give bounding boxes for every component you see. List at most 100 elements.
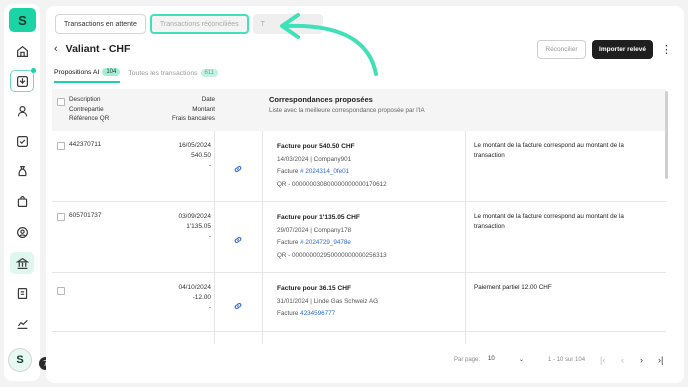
shopping-bag-icon[interactable]: [10, 190, 34, 212]
sub-tabs: Propositions AI 104 Toutes les transacti…: [54, 68, 219, 83]
row-amount: 540.50: [191, 152, 211, 159]
users-icon[interactable]: [10, 100, 34, 122]
inbox-icon[interactable]: [10, 70, 34, 92]
avatar[interactable]: S: [8, 348, 32, 372]
match-meta: 31/01/2024 | Linde Gas Schweiz AG: [277, 297, 379, 305]
column-divider: [465, 202, 466, 273]
column-divider: [262, 202, 263, 273]
row-amounts: 04/10/2024 -12.00 -: [178, 283, 211, 313]
reconcile-button[interactable]: Réconcilier: [537, 40, 586, 59]
tab-all-transactions-count: 611: [200, 69, 219, 77]
home-icon[interactable]: [10, 40, 34, 62]
table-row[interactable]: 605701737 03/09/2024 1'135.05 - Facture …: [52, 202, 666, 273]
document-icon[interactable]: [10, 282, 34, 304]
column-divider: [465, 332, 466, 344]
notification-dot: [31, 68, 36, 73]
import-statement-button[interactable]: Importer relevé: [592, 40, 653, 59]
match-qr: QR - 000000002950000000000256313: [277, 251, 387, 259]
table-row[interactable]: 04/10/2024 -12.00 - Facture pour 36.15 C…: [52, 273, 666, 332]
column-divider: [262, 332, 263, 344]
match-invoice: Facture # 2024729_9478e: [277, 237, 387, 250]
tab-ai-proposals-count: 104: [102, 68, 121, 76]
header-right-labels: Date Montant Frais bancaires: [172, 95, 215, 124]
pagination: Par page: 10 ⌄ 1 - 10 sur 104: [454, 356, 585, 363]
annotation-arrow: [280, 13, 378, 76]
match-reason: Le montant de la facture correspond au m…: [474, 213, 624, 230]
match-title: Facture pour 540.50 CHF: [277, 143, 355, 150]
row-date: 03/09/2024: [178, 213, 211, 220]
invoice-link[interactable]: # 2024729_9478e: [300, 239, 351, 246]
money-bag-icon[interactable]: [10, 160, 34, 182]
row-fees: -: [208, 162, 211, 169]
tab-all-transactions[interactable]: Toutes les transactions 611: [128, 68, 219, 83]
row-amounts: 16/05/2024 540.50 -: [178, 141, 211, 171]
first-page-icon[interactable]: |‹: [600, 355, 605, 365]
row-fees: -: [208, 304, 211, 311]
match-invoice: Facture # 2024314_0fe01: [277, 166, 387, 179]
invoice-prefix: Facture: [277, 239, 301, 246]
header-qr-reference: Référence QR: [69, 115, 110, 122]
main-panel: Transactions en attente Transactions réc…: [46, 6, 684, 383]
match-details: Facture pour 36.15 CHF 31/01/2024 | Lind…: [277, 283, 378, 321]
header-proposed-matches: Correspondances proposées: [269, 95, 373, 104]
page-title: Valiant - CHF: [65, 43, 131, 55]
checkbox-icon[interactable]: [10, 130, 34, 152]
previous-page-icon[interactable]: ‹: [621, 355, 624, 365]
select-all-checkbox[interactable]: [57, 98, 65, 106]
row-checkbox[interactable]: [57, 142, 65, 150]
table-row[interactable]: 442370711 16/05/2024 540.50 - Facture po…: [52, 131, 666, 202]
tab-ai-proposals-label: Propositions AI: [54, 68, 100, 76]
table-header: Description Contrepartie Référence QR Da…: [52, 89, 666, 131]
back-arrow-icon[interactable]: ‹: [54, 43, 58, 55]
column-divider: [214, 131, 215, 202]
match-reason: Paiement partiel 12.00 CHF: [474, 284, 552, 291]
contacts-icon[interactable]: [10, 221, 34, 243]
per-page-value: 10: [488, 356, 495, 362]
vertical-scrollbar[interactable]: [665, 91, 668, 179]
table-row: [52, 332, 666, 344]
row-amounts: 03/09/2024 1'135.05 -: [178, 212, 211, 242]
tab-reconciled-transactions[interactable]: Transactions réconciliées: [149, 14, 249, 34]
tab-pending-transactions[interactable]: Transactions en attente: [55, 14, 146, 34]
chart-icon[interactable]: [10, 312, 34, 334]
row-amount: 1'135.05: [186, 223, 211, 230]
link-icon[interactable]: [233, 298, 243, 316]
invoice-link[interactable]: # 2024314_0fe01: [300, 168, 349, 175]
page-range: 1 - 10 sur 104: [548, 356, 586, 363]
row-reference: 442370711: [69, 141, 102, 148]
header-date: Date: [201, 96, 215, 103]
column-divider: [214, 332, 215, 344]
column-divider: [262, 273, 263, 332]
match-reason: Le montant de la facture correspond au m…: [474, 142, 624, 159]
header-counterparty: Contrepartie: [69, 105, 104, 113]
row-date: 04/10/2024: [178, 284, 211, 291]
row-amount: -12.00: [192, 294, 211, 301]
next-page-icon[interactable]: ›: [640, 355, 643, 365]
bank-icon[interactable]: [10, 252, 34, 274]
row-checkbox[interactable]: [57, 213, 65, 221]
link-icon[interactable]: [233, 232, 243, 250]
match-meta: 14/03/2024 | Company901: [277, 155, 352, 163]
column-divider: [465, 273, 466, 332]
chevron-down-icon: ⌄: [519, 357, 525, 363]
more-options-icon[interactable]: ⋮: [661, 43, 672, 56]
column-divider: [262, 131, 263, 202]
header-proposed-matches-subtitle: Liste avec la meilleure correspondance p…: [269, 107, 425, 114]
link-icon[interactable]: [233, 161, 243, 179]
tab-ai-proposals[interactable]: Propositions AI 104: [54, 68, 121, 83]
match-title: Facture pour 36.15 CHF: [277, 285, 352, 292]
row-date: 16/05/2024: [178, 142, 211, 149]
row-fees: -: [208, 233, 211, 240]
header-amount: Montant: [192, 105, 215, 113]
per-page-select[interactable]: 10 ⌄: [488, 356, 524, 363]
match-details: Facture pour 1'135.05 CHF 29/07/2024 | C…: [277, 212, 387, 262]
sidebar: S S: [4, 4, 40, 381]
app-logo[interactable]: S: [9, 8, 36, 32]
match-title: Facture pour 1'135.05 CHF: [277, 214, 360, 221]
row-checkbox[interactable]: [57, 287, 65, 295]
row-reference: 605701737: [69, 212, 102, 219]
header-description: Description: [69, 96, 101, 103]
invoice-link[interactable]: 4234596777: [300, 310, 335, 317]
match-meta: 29/07/2024 | Company178: [277, 226, 352, 234]
last-page-icon[interactable]: ›|: [658, 355, 663, 365]
